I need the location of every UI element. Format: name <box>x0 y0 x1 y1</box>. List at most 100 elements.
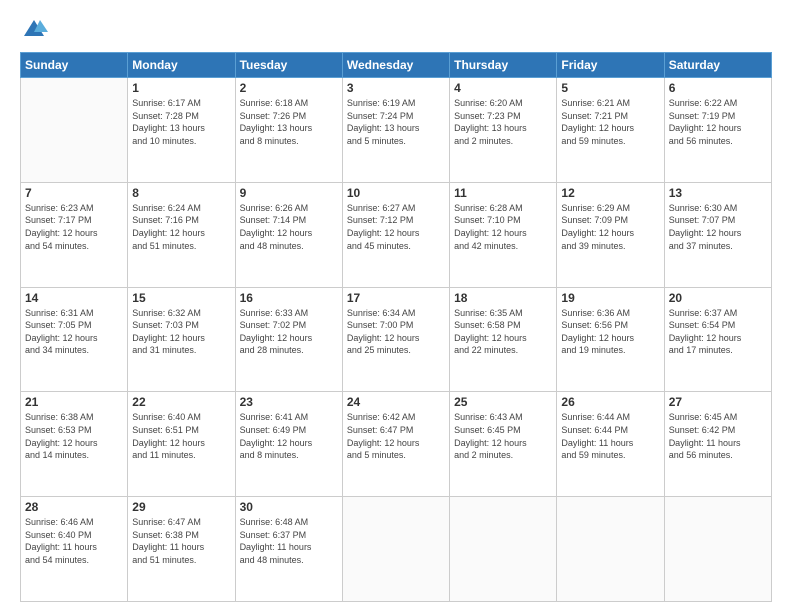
calendar-cell <box>557 497 664 602</box>
calendar-cell: 19 Sunrise: 6:36 AM Sunset: 6:56 PM Dayli… <box>557 287 664 392</box>
day-info: Sunrise: 6:29 AM Sunset: 7:09 PM Dayligh… <box>561 202 659 252</box>
calendar-header-monday: Monday <box>128 53 235 78</box>
calendar-cell: 27 Sunrise: 6:45 AM Sunset: 6:42 PM Dayli… <box>664 392 771 497</box>
calendar-cell <box>21 78 128 183</box>
day-info: Sunrise: 6:33 AM Sunset: 7:02 PM Dayligh… <box>240 307 338 357</box>
calendar-cell: 4Sunrise: 6:20 AM Sunset: 7:23 PM Daylig… <box>450 78 557 183</box>
day-info: Sunrise: 6:30 AM Sunset: 7:07 PM Dayligh… <box>669 202 767 252</box>
calendar-cell: 29 Sunrise: 6:47 AM Sunset: 6:38 PM Dayli… <box>128 497 235 602</box>
header <box>20 16 772 44</box>
calendar-header-wednesday: Wednesday <box>342 53 449 78</box>
day-info: Sunrise: 6:18 AM Sunset: 7:26 PM Dayligh… <box>240 97 338 147</box>
day-number: 25 <box>454 395 552 409</box>
calendar-cell: 8 Sunrise: 6:24 AM Sunset: 7:16 PM Daylig… <box>128 182 235 287</box>
day-info: Sunrise: 6:46 AM Sunset: 6:40 PM Dayligh… <box>25 516 123 566</box>
calendar-cell: 12 Sunrise: 6:29 AM Sunset: 7:09 PM Dayli… <box>557 182 664 287</box>
day-number: 9 <box>240 186 338 200</box>
calendar-cell: 16 Sunrise: 6:33 AM Sunset: 7:02 PM Dayli… <box>235 287 342 392</box>
day-info: Sunrise: 6:34 AM Sunset: 7:00 PM Dayligh… <box>347 307 445 357</box>
day-info: Sunrise: 6:26 AM Sunset: 7:14 PM Dayligh… <box>240 202 338 252</box>
day-number: 17 <box>347 291 445 305</box>
day-info: Sunrise: 6:22 AM Sunset: 7:19 PM Dayligh… <box>669 97 767 147</box>
day-number: 10 <box>347 186 445 200</box>
day-number: 21 <box>25 395 123 409</box>
day-number: 3 <box>347 81 445 95</box>
calendar-header-tuesday: Tuesday <box>235 53 342 78</box>
day-info: Sunrise: 6:32 AM Sunset: 7:03 PM Dayligh… <box>132 307 230 357</box>
calendar-cell: 20 Sunrise: 6:37 AM Sunset: 6:54 PM Dayli… <box>664 287 771 392</box>
calendar-table: SundayMondayTuesdayWednesdayThursdayFrid… <box>20 52 772 602</box>
logo-icon <box>20 16 48 44</box>
day-info: Sunrise: 6:37 AM Sunset: 6:54 PM Dayligh… <box>669 307 767 357</box>
day-info: Sunrise: 6:35 AM Sunset: 6:58 PM Dayligh… <box>454 307 552 357</box>
day-number: 22 <box>132 395 230 409</box>
day-info: Sunrise: 6:38 AM Sunset: 6:53 PM Dayligh… <box>25 411 123 461</box>
calendar-cell: 3 Sunrise: 6:19 AM Sunset: 7:24 PM Daylig… <box>342 78 449 183</box>
calendar-cell: 5 Sunrise: 6:21 AM Sunset: 7:21 PM Daylig… <box>557 78 664 183</box>
calendar-week-1: 1 Sunrise: 6:17 AM Sunset: 7:28 PM Daylig… <box>21 78 772 183</box>
day-number: 15 <box>132 291 230 305</box>
calendar-cell: 25 Sunrise: 6:43 AM Sunset: 6:45 PM Dayli… <box>450 392 557 497</box>
day-info: Sunrise: 6:31 AM Sunset: 7:05 PM Dayligh… <box>25 307 123 357</box>
day-number: 1 <box>132 81 230 95</box>
calendar-cell: 26 Sunrise: 6:44 AM Sunset: 6:44 PM Dayli… <box>557 392 664 497</box>
day-number: 13 <box>669 186 767 200</box>
day-info: Sunrise: 6:28 AM Sunset: 7:10 PM Dayligh… <box>454 202 552 252</box>
day-info: Sunrise: 6:20 AM Sunset: 7:23 PM Dayligh… <box>454 97 552 147</box>
day-number: 5 <box>561 81 659 95</box>
day-number: 26 <box>561 395 659 409</box>
logo <box>20 16 52 44</box>
calendar-cell: 2Sunrise: 6:18 AM Sunset: 7:26 PM Daylig… <box>235 78 342 183</box>
day-info: Sunrise: 6:19 AM Sunset: 7:24 PM Dayligh… <box>347 97 445 147</box>
calendar-header-saturday: Saturday <box>664 53 771 78</box>
calendar-cell <box>450 497 557 602</box>
calendar-week-2: 7 Sunrise: 6:23 AM Sunset: 7:17 PM Daylig… <box>21 182 772 287</box>
calendar-cell: 15 Sunrise: 6:32 AM Sunset: 7:03 PM Dayli… <box>128 287 235 392</box>
day-info: Sunrise: 6:44 AM Sunset: 6:44 PM Dayligh… <box>561 411 659 461</box>
calendar-cell: 9 Sunrise: 6:26 AM Sunset: 7:14 PM Daylig… <box>235 182 342 287</box>
page: SundayMondayTuesdayWednesdayThursdayFrid… <box>0 0 792 612</box>
calendar-cell: 28 Sunrise: 6:46 AM Sunset: 6:40 PM Dayli… <box>21 497 128 602</box>
calendar-header-friday: Friday <box>557 53 664 78</box>
day-info: Sunrise: 6:27 AM Sunset: 7:12 PM Dayligh… <box>347 202 445 252</box>
day-number: 8 <box>132 186 230 200</box>
calendar-header-sunday: Sunday <box>21 53 128 78</box>
day-number: 7 <box>25 186 123 200</box>
day-number: 20 <box>669 291 767 305</box>
day-number: 27 <box>669 395 767 409</box>
day-info: Sunrise: 6:17 AM Sunset: 7:28 PM Dayligh… <box>132 97 230 147</box>
calendar-cell <box>664 497 771 602</box>
day-info: Sunrise: 6:40 AM Sunset: 6:51 PM Dayligh… <box>132 411 230 461</box>
calendar-cell <box>342 497 449 602</box>
calendar-week-3: 14Sunrise: 6:31 AM Sunset: 7:05 PM Dayli… <box>21 287 772 392</box>
day-number: 29 <box>132 500 230 514</box>
calendar-cell: 7 Sunrise: 6:23 AM Sunset: 7:17 PM Daylig… <box>21 182 128 287</box>
calendar-header-row: SundayMondayTuesdayWednesdayThursdayFrid… <box>21 53 772 78</box>
calendar-cell: 11Sunrise: 6:28 AM Sunset: 7:10 PM Dayli… <box>450 182 557 287</box>
day-info: Sunrise: 6:23 AM Sunset: 7:17 PM Dayligh… <box>25 202 123 252</box>
day-number: 16 <box>240 291 338 305</box>
calendar-cell: 10 Sunrise: 6:27 AM Sunset: 7:12 PM Dayli… <box>342 182 449 287</box>
day-info: Sunrise: 6:36 AM Sunset: 6:56 PM Dayligh… <box>561 307 659 357</box>
calendar-cell: 17 Sunrise: 6:34 AM Sunset: 7:00 PM Dayli… <box>342 287 449 392</box>
day-number: 23 <box>240 395 338 409</box>
calendar-cell: 6Sunrise: 6:22 AM Sunset: 7:19 PM Daylig… <box>664 78 771 183</box>
calendar-cell: 21 Sunrise: 6:38 AM Sunset: 6:53 PM Dayli… <box>21 392 128 497</box>
day-number: 28 <box>25 500 123 514</box>
day-info: Sunrise: 6:47 AM Sunset: 6:38 PM Dayligh… <box>132 516 230 566</box>
day-number: 30 <box>240 500 338 514</box>
calendar-cell: 14Sunrise: 6:31 AM Sunset: 7:05 PM Dayli… <box>21 287 128 392</box>
day-info: Sunrise: 6:43 AM Sunset: 6:45 PM Dayligh… <box>454 411 552 461</box>
day-number: 12 <box>561 186 659 200</box>
calendar-cell: 30Sunrise: 6:48 AM Sunset: 6:37 PM Dayli… <box>235 497 342 602</box>
day-info: Sunrise: 6:45 AM Sunset: 6:42 PM Dayligh… <box>669 411 767 461</box>
day-number: 24 <box>347 395 445 409</box>
day-number: 19 <box>561 291 659 305</box>
calendar-cell: 18 Sunrise: 6:35 AM Sunset: 6:58 PM Dayli… <box>450 287 557 392</box>
calendar-cell: 1 Sunrise: 6:17 AM Sunset: 7:28 PM Daylig… <box>128 78 235 183</box>
day-info: Sunrise: 6:21 AM Sunset: 7:21 PM Dayligh… <box>561 97 659 147</box>
calendar-week-4: 21 Sunrise: 6:38 AM Sunset: 6:53 PM Dayli… <box>21 392 772 497</box>
calendar-cell: 24Sunrise: 6:42 AM Sunset: 6:47 PM Dayli… <box>342 392 449 497</box>
day-number: 18 <box>454 291 552 305</box>
day-info: Sunrise: 6:24 AM Sunset: 7:16 PM Dayligh… <box>132 202 230 252</box>
